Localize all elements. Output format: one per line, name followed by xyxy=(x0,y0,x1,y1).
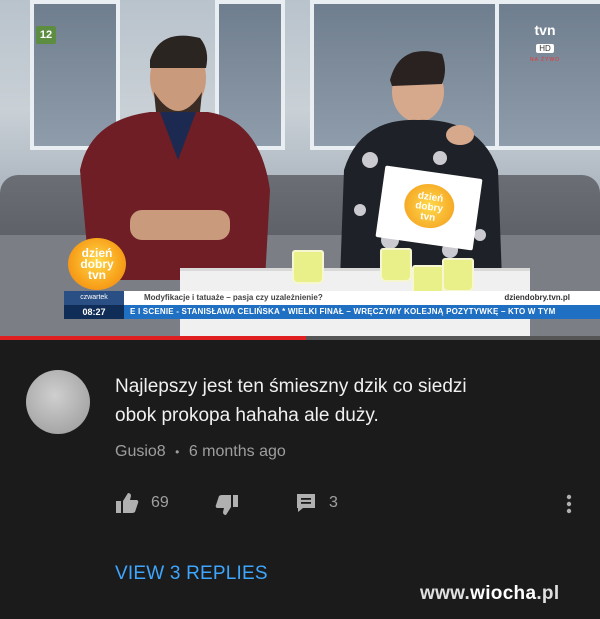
reply-icon xyxy=(297,494,315,512)
comment-meta: Gusio8 • 6 months ago xyxy=(115,443,286,461)
ticker-day: czwartek xyxy=(64,291,124,305)
more-vert-icon xyxy=(566,494,572,514)
comment-text: Najlepszy jest ten śmieszny dzik co sied… xyxy=(115,372,555,430)
ticker-time: 08:27 xyxy=(64,305,124,319)
comment-author[interactable]: Gusio8 xyxy=(115,443,166,460)
reply-button[interactable]: 3 xyxy=(295,492,338,514)
comment-menu-button[interactable] xyxy=(565,493,573,515)
watermark-suffix: .pl xyxy=(536,583,560,604)
dislike-button[interactable] xyxy=(215,494,239,516)
broadcaster-logo: tvn HD NA ŻYWO xyxy=(522,22,568,63)
watermark-name: wiocha xyxy=(470,583,537,604)
thumbs-up-icon xyxy=(116,493,139,513)
presenter-woman xyxy=(340,51,502,280)
comment-time[interactable]: 6 months ago xyxy=(189,443,286,460)
comment-item: Najlepszy jest ten śmieszny dzik co sied… xyxy=(0,340,600,619)
show-logo-icon: dzień dobry tvn xyxy=(68,238,126,290)
view-replies-button[interactable]: VIEW 3 REPLIES xyxy=(115,563,268,585)
channel-number-badge: 12 xyxy=(36,26,56,44)
comment-actions: 69 3 xyxy=(115,492,585,518)
ticker-headline-bar: czwartek Modyfikacje i tatuaże – pasja c… xyxy=(64,291,600,305)
juice-glass xyxy=(292,250,324,284)
avatar[interactable] xyxy=(26,370,90,434)
card-logo-icon: dzień dobry tvn xyxy=(401,180,458,232)
comment-text-line: Najlepszy jest ten śmieszny dzik co sied… xyxy=(115,376,467,397)
ticker-scroll-bar: 08:27 E I SCENIE - STANISŁAWA CELIŃSKA *… xyxy=(64,305,600,319)
meta-separator: • xyxy=(175,445,180,459)
comment-text-line: obok prokopa hahaha ale duży. xyxy=(115,405,379,426)
reply-count: 3 xyxy=(329,494,338,511)
like-button[interactable]: 69 xyxy=(115,492,169,514)
broadcaster-logo-word: tvn xyxy=(534,22,556,38)
juice-glass xyxy=(380,248,412,282)
watermark-prefix: www. xyxy=(420,583,471,604)
hd-badge: HD xyxy=(536,44,554,53)
like-count: 69 xyxy=(151,494,169,511)
ticker-url: dziendobry.tvn.pl xyxy=(504,293,570,302)
site-watermark: www.wiocha.pl xyxy=(420,583,559,605)
juice-glass xyxy=(442,258,474,292)
video-frame[interactable]: dzień dobry tvn 12 tvn HD NA ŻYWO dzień … xyxy=(0,0,600,340)
ticker-scroll-text: E I SCENIE - STANISŁAWA CELIŃSKA * WIELK… xyxy=(130,307,556,316)
show-logo-line: tvn xyxy=(88,268,106,282)
show-card: dzień dobry tvn xyxy=(375,165,483,251)
thumbs-down-icon xyxy=(215,495,238,515)
ticker-headline: Modyfikacje i tatuaże – pasja czy uzależ… xyxy=(144,293,323,302)
live-label: NA ŻYWO xyxy=(529,57,561,63)
